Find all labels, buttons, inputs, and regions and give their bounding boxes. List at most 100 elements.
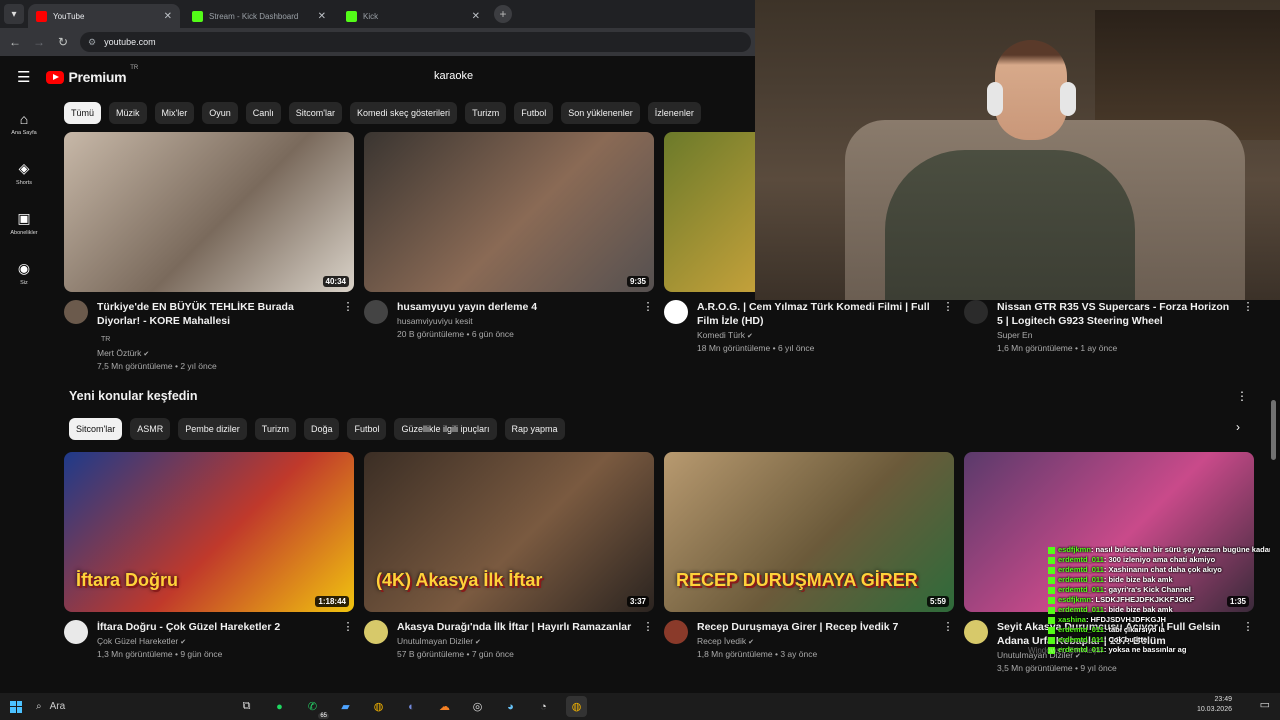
more-vert-icon[interactable]: ⋮ bbox=[642, 620, 654, 659]
video-thumbnail[interactable]: RECEP DURUŞMAYA GİRER 5:59 bbox=[664, 452, 954, 612]
channel-avatar[interactable] bbox=[664, 300, 688, 324]
video-card[interactable]: İftara Doğru 1:18:44 İftara Doğru - Çok Gü… bbox=[64, 452, 354, 659]
more-vert-icon[interactable]: ⋮ bbox=[1236, 389, 1248, 403]
tray-clock[interactable]: 23:49 10.03.2026 bbox=[1197, 695, 1232, 715]
channel-avatar[interactable] bbox=[64, 620, 88, 644]
channel-avatar[interactable] bbox=[364, 300, 388, 324]
discord-icon[interactable]: ◐ bbox=[401, 696, 422, 717]
close-icon[interactable]: ✕ bbox=[472, 11, 480, 22]
chip[interactable]: Futbol bbox=[514, 102, 554, 124]
app-icon[interactable]: ◔ bbox=[533, 696, 554, 717]
new-tab-button[interactable]: + bbox=[494, 5, 512, 23]
channel-name[interactable]: Çok Güzel Hareketler ✔ bbox=[97, 636, 333, 646]
chat-username: xashina bbox=[1058, 615, 1086, 624]
chip[interactable]: Mix'ler bbox=[154, 102, 195, 124]
more-vert-icon[interactable]: ⋮ bbox=[942, 300, 954, 353]
more-vert-icon[interactable]: ⋮ bbox=[942, 620, 954, 659]
channel-avatar[interactable] bbox=[964, 300, 988, 324]
video-card[interactable]: RECEP DURUŞMAYA GİRER 5:59 Recep Duruşmaya… bbox=[664, 452, 954, 659]
channel-name[interactable]: Unutulmayan Diziler ✔ bbox=[397, 636, 633, 646]
whatsapp-icon[interactable]: ✆ 65 bbox=[302, 696, 329, 719]
video-meta: Türkiye'de EN BÜYÜK TEHLİKE Burada Diyor… bbox=[64, 300, 354, 371]
more-vert-icon[interactable]: ⋮ bbox=[342, 620, 354, 659]
video-card[interactable]: 40:34 Türkiye'de EN BÜYÜK TEHLİKE Burada … bbox=[64, 132, 354, 371]
channel-name[interactable]: Mert Öztürk ✔ bbox=[97, 348, 333, 358]
notification-icon[interactable]: ▭ bbox=[1260, 698, 1270, 711]
menu-icon[interactable]: ☰ bbox=[17, 68, 30, 86]
sidebar-item-subscriptions[interactable]: ▣ Abonelikler bbox=[0, 198, 48, 248]
video-title[interactable]: Türkiye'de EN BÜYÜK TEHLİKE Burada Diyor… bbox=[97, 300, 333, 328]
sidebar-item-home[interactable]: ⌂ Ana Sayfa bbox=[0, 98, 48, 148]
sidebar-item-you[interactable]: ◉ Siz bbox=[0, 248, 48, 298]
channel-avatar[interactable] bbox=[364, 620, 388, 644]
chip[interactable]: İzlenenler bbox=[647, 102, 701, 124]
chrome-active-icon[interactable]: ◍ bbox=[566, 696, 587, 717]
close-icon[interactable]: ✕ bbox=[318, 11, 326, 22]
steam-icon[interactable]: ◕ bbox=[500, 696, 521, 717]
forward-icon[interactable]: → bbox=[32, 35, 46, 49]
chip[interactable]: Müzik bbox=[109, 102, 147, 124]
video-thumbnail[interactable]: 40:34 bbox=[64, 132, 354, 292]
topic-chip[interactable]: Doğa bbox=[303, 418, 340, 440]
chevron-right-icon[interactable]: › bbox=[1236, 420, 1240, 434]
page-scrollbar[interactable] bbox=[1271, 400, 1276, 460]
windows-start-icon[interactable] bbox=[10, 700, 22, 713]
sidebar-item-label: Shorts bbox=[16, 180, 32, 186]
task-view-icon[interactable]: ⧉ bbox=[236, 696, 257, 717]
video-thumbnail[interactable]: İftara Doğru 1:18:44 bbox=[64, 452, 354, 612]
topic-chip[interactable]: ASMR bbox=[130, 418, 171, 440]
topic-chip[interactable]: Futbol bbox=[347, 418, 387, 440]
chip[interactable]: Canlı bbox=[245, 102, 281, 124]
files-icon[interactable]: ▰ bbox=[335, 696, 356, 717]
more-vert-icon[interactable]: ⋮ bbox=[342, 300, 354, 371]
topic-chip[interactable]: Turizm bbox=[254, 418, 296, 440]
chip[interactable]: Son yüklenenler bbox=[561, 102, 640, 124]
video-card[interactable]: (4K) Akasya İlk İftar 3:37 Akasya Durağı'n… bbox=[364, 452, 654, 659]
browser-tab[interactable]: Kick ✕ bbox=[338, 4, 488, 28]
video-title[interactable]: husamyuyu yayın derleme 4 bbox=[397, 300, 633, 314]
chip[interactable]: Komedi skeç gösterileri bbox=[350, 102, 458, 124]
channel-name[interactable]: Super En bbox=[997, 330, 1233, 340]
channel-avatar[interactable] bbox=[964, 620, 988, 644]
browser-tab[interactable]: YouTube ✕ bbox=[28, 4, 180, 28]
chip[interactable]: Tümü bbox=[64, 102, 102, 124]
cloud-app-icon[interactable]: ☁ bbox=[434, 696, 455, 717]
video-title[interactable]: A.R.O.G. | Cem Yılmaz Türk Komedi Filmi … bbox=[697, 300, 933, 328]
channel-avatar[interactable] bbox=[664, 620, 688, 644]
youtube-logo[interactable]: Premium TR bbox=[46, 65, 138, 85]
site-info-icon[interactable]: ⚙ bbox=[88, 37, 96, 48]
more-vert-icon[interactable]: ⋮ bbox=[642, 300, 654, 339]
chat-username: erdemtd_011 bbox=[1058, 635, 1104, 644]
close-icon[interactable]: ✕ bbox=[164, 11, 172, 22]
tab-search-icon[interactable]: ▾ bbox=[4, 4, 24, 24]
video-title[interactable]: Nissan GTR R35 VS Supercars - Forza Hori… bbox=[997, 300, 1233, 328]
channel-name[interactable]: Komedi Türk ✔ bbox=[697, 330, 933, 340]
topic-chip[interactable]: Sitcom'lar bbox=[69, 418, 123, 440]
browser-tab[interactable]: Stream - Kick Dashboard ✕ bbox=[184, 4, 334, 28]
channel-name[interactable]: Recep İvedik ✔ bbox=[697, 636, 933, 646]
chrome-icon[interactable]: ◍ bbox=[368, 696, 389, 717]
obs-icon[interactable]: ◎ bbox=[467, 696, 488, 717]
search-input[interactable]: karaoke bbox=[422, 64, 755, 88]
taskbar-search[interactable]: ⌕ Ara bbox=[36, 697, 226, 717]
chip[interactable]: Sitcom'lar bbox=[288, 102, 343, 124]
chip[interactable]: Turizm bbox=[465, 102, 507, 124]
video-card[interactable]: 9:35 husamyuyu yayın derleme 4 husamviyuvi… bbox=[364, 132, 654, 339]
video-title[interactable]: Akasya Durağı'nda İlk İftar | Hayırlı Ra… bbox=[397, 620, 633, 634]
sidebar-item-shorts[interactable]: ◈ Shorts bbox=[0, 148, 48, 198]
spotify-icon[interactable]: ● bbox=[269, 696, 290, 717]
more-vert-icon[interactable]: ⋮ bbox=[1242, 300, 1254, 353]
back-icon[interactable]: ← bbox=[8, 35, 22, 49]
address-bar[interactable]: ⚙ youtube.com bbox=[80, 32, 751, 52]
video-thumbnail[interactable]: (4K) Akasya İlk İftar 3:37 bbox=[364, 452, 654, 612]
video-thumbnail[interactable]: 9:35 bbox=[364, 132, 654, 292]
video-title[interactable]: İftara Doğru - Çok Güzel Hareketler 2 bbox=[97, 620, 333, 634]
channel-name[interactable]: husamviyuviyu kesit bbox=[397, 316, 633, 326]
topic-chip[interactable]: Güzellikle ilgili ipuçları bbox=[394, 418, 497, 440]
channel-avatar[interactable] bbox=[64, 300, 88, 324]
reload-icon[interactable]: ↻ bbox=[56, 35, 70, 49]
topic-chip[interactable]: Rap yapma bbox=[504, 418, 565, 440]
video-title[interactable]: Recep Duruşmaya Girer | Recep İvedik 7 bbox=[697, 620, 933, 634]
topic-chip[interactable]: Pembe diziler bbox=[178, 418, 247, 440]
chip[interactable]: Oyun bbox=[202, 102, 238, 124]
